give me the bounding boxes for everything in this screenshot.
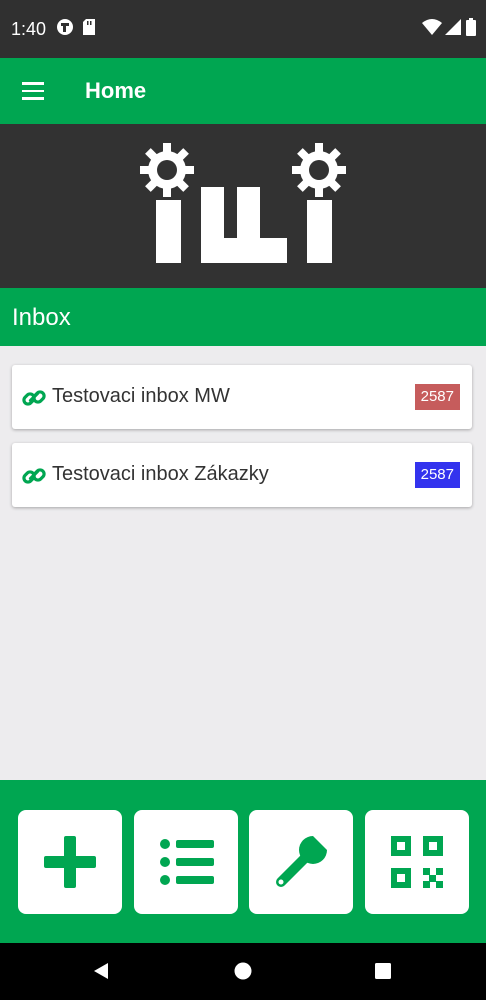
banner [0,124,486,288]
list-button[interactable] [134,810,238,914]
battery-icon [466,18,476,41]
link-icon [22,465,46,492]
page-title: Home [85,78,147,103]
link-icon [22,387,46,414]
app-bar: Home [0,58,486,124]
inbox-name: Testovaci inbox Zákazky [52,463,269,485]
system-nav-bar [0,943,486,1000]
inbox-count-badge: 2587 [414,384,460,410]
home-icon[interactable] [233,961,253,981]
inbox-card-zakazky[interactable]: Testovaci inbox Zákazky 2587 [12,443,472,507]
inbox-name: Testovaci inbox MW [52,385,230,407]
inbox-count-badge: 2587 [414,462,460,488]
signal-icon [445,18,461,41]
app-notification-icon [56,18,74,41]
sd-card-icon [82,18,96,41]
back-icon[interactable] [91,961,111,981]
qr-scan-button[interactable] [365,810,469,914]
plus-icon [44,836,96,888]
section-title: Inbox [12,304,71,331]
settings-button[interactable] [249,810,353,914]
wifi-icon [422,18,442,41]
recents-icon[interactable] [373,961,393,981]
bottom-toolbar [0,780,486,943]
status-time: 1:40 [11,19,47,39]
iwi-gears-logo [140,143,346,263]
hamburger-menu-icon[interactable] [22,82,44,100]
status-bar: 1:40 [0,0,486,58]
qr-code-icon [391,836,443,888]
list-icon [160,839,214,885]
add-button[interactable] [18,810,122,914]
inbox-section-header: Inbox [0,288,486,346]
inbox-card-mw[interactable]: Testovaci inbox MW 2587 [12,365,472,429]
wrench-icon [276,836,327,887]
